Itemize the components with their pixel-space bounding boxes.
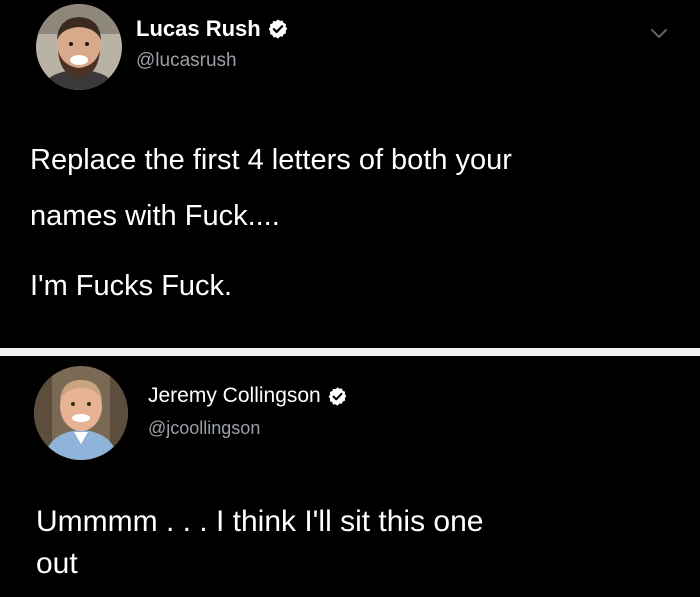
- chevron-down-icon[interactable]: [648, 22, 670, 44]
- author-name-row: Jeremy Collingson: [148, 384, 348, 408]
- tweet-text-line: Ummmm . . . I think I'll sit this one: [36, 505, 484, 538]
- avatar-jeremy-collingson[interactable]: [34, 366, 128, 460]
- tweet-text-line: out: [36, 547, 78, 580]
- avatar-lucas-rush[interactable]: [36, 4, 122, 90]
- author-name[interactable]: Lucas Rush: [136, 16, 261, 42]
- author-handle[interactable]: @lucasrush: [136, 50, 237, 72]
- avatar-image: [36, 4, 122, 90]
- avatar-image: [34, 366, 128, 460]
- verified-badge-icon: [267, 18, 289, 40]
- author-handle[interactable]: @jcoollingson: [148, 418, 260, 439]
- tweet-text-line: Replace the first 4 letters of both your: [30, 144, 512, 176]
- author-name[interactable]: Jeremy Collingson: [148, 384, 321, 408]
- tweet-text-line: I'm Fucks Fuck.: [30, 270, 233, 302]
- verified-badge-icon: [327, 386, 348, 407]
- tweet-lucas-rush[interactable]: Lucas Rush @lucasrush Replace the first …: [0, 0, 700, 348]
- divider: [0, 348, 700, 356]
- tweet-jeremy-collingson[interactable]: Jeremy Collingson @jcoollingson Ummmm . …: [0, 356, 700, 597]
- tweet-text-line: names with Fuck....: [30, 200, 280, 232]
- author-name-row: Lucas Rush: [136, 16, 289, 42]
